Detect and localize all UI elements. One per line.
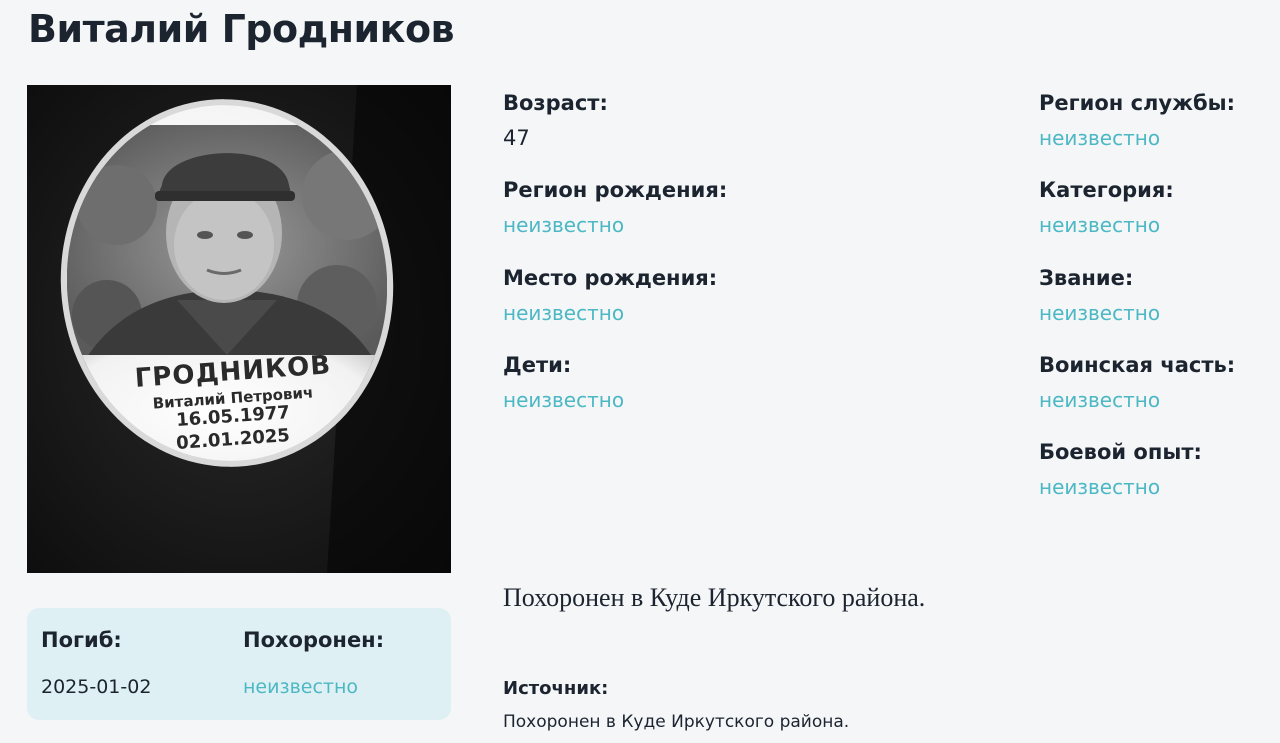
field-value[interactable]: неизвестно: [503, 298, 717, 328]
field-label: Дети:: [503, 353, 572, 377]
source-value: Похоронен в Куде Иркутского района.: [503, 712, 850, 732]
field-birth-place: Место рождения: неизвестно: [503, 262, 717, 328]
field-label: Категория:: [1039, 178, 1174, 202]
field-value[interactable]: неизвестно: [503, 385, 624, 415]
field-value[interactable]: неизвестно: [1039, 298, 1160, 328]
field-label: Регион службы:: [1039, 91, 1236, 115]
died-value: 2025-01-02: [41, 676, 152, 698]
died-label: Погиб:: [41, 628, 122, 652]
field-label: Место рождения:: [503, 266, 718, 290]
buried-label: Похоронен:: [243, 628, 385, 652]
field-combat-experience: Боевой опыт: неизвестно: [1039, 436, 1202, 502]
field-military-unit: Воинская часть: неизвестно: [1039, 349, 1235, 415]
field-category: Категория: неизвестно: [1039, 174, 1174, 240]
memorial-photo: ГРОДНИКОВ Виталий Петрович 16.05.1977 02…: [27, 85, 451, 573]
field-value[interactable]: неизвестно: [503, 210, 727, 240]
field-rank: Звание: неизвестно: [1039, 262, 1160, 328]
field-label: Боевой опыт:: [1039, 440, 1202, 464]
field-value[interactable]: неизвестно: [1039, 123, 1235, 153]
field-children: Дети: неизвестно: [503, 349, 624, 415]
source-label: Источник:: [503, 678, 609, 699]
field-birth-region: Регион рождения: неизвестно: [503, 174, 727, 240]
field-value[interactable]: неизвестно: [1039, 472, 1202, 502]
field-service-region: Регион службы: неизвестно: [1039, 87, 1235, 153]
buried-value[interactable]: неизвестно: [243, 676, 358, 698]
field-value: 47: [503, 126, 530, 150]
field-label: Звание:: [1039, 266, 1134, 290]
field-label: Воинская часть:: [1039, 353, 1236, 377]
field-value[interactable]: неизвестно: [1039, 210, 1174, 240]
field-label: Регион рождения:: [503, 178, 728, 202]
burial-note: Похоронен в Куде Иркутского района.: [503, 583, 926, 612]
page-title: Виталий Гродников: [28, 7, 455, 51]
field-label: Возраст:: [503, 91, 608, 115]
field-value[interactable]: неизвестно: [1039, 385, 1235, 415]
death-info-box: Погиб: 2025-01-02 Похоронен: неизвестно: [27, 608, 451, 720]
field-age: Возраст: 47: [503, 87, 608, 153]
